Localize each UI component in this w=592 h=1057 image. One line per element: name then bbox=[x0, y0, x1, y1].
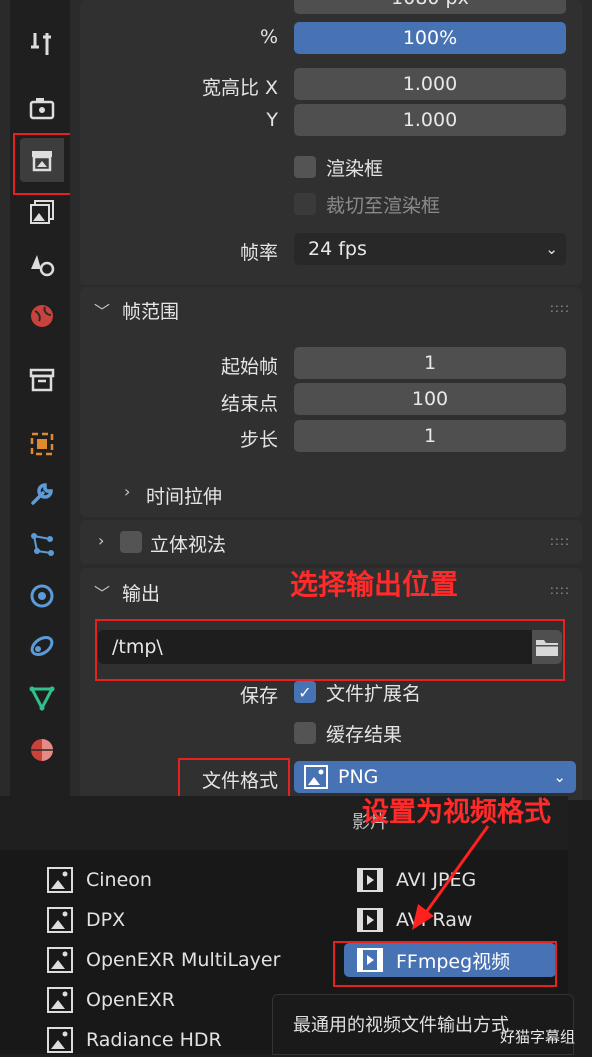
frame-end-field[interactable]: 100 bbox=[294, 383, 566, 415]
image-icon bbox=[47, 867, 73, 893]
menu-item-dpx[interactable]: DPX bbox=[46, 903, 306, 937]
chevron-down-icon[interactable]: ﹀ bbox=[94, 298, 110, 322]
tab-physics[interactable] bbox=[20, 574, 64, 618]
chevron-down-icon: ⌄ bbox=[553, 768, 566, 786]
frame-rate-dropdown[interactable]: 24 fps ⌄ bbox=[294, 233, 566, 265]
save-label: 保存 bbox=[239, 685, 278, 707]
menu-item-label: Cineon bbox=[86, 869, 152, 891]
tab-modifiers[interactable] bbox=[20, 472, 64, 516]
chevron-right-icon[interactable]: › bbox=[124, 482, 130, 501]
tab-constraints[interactable] bbox=[20, 624, 64, 668]
collection-box-icon bbox=[29, 368, 55, 392]
chevron-down-icon[interactable]: ﹀ bbox=[94, 580, 110, 604]
tab-tool[interactable] bbox=[20, 22, 64, 66]
aspect-x-label: 宽高比 X bbox=[201, 77, 278, 99]
mesh-triangle-icon bbox=[29, 686, 55, 712]
physics-orbit-icon bbox=[30, 584, 54, 608]
cache-result-checkbox[interactable] bbox=[294, 722, 316, 744]
drag-handle-icon[interactable]: :::: bbox=[550, 534, 570, 548]
tab-scene[interactable] bbox=[20, 242, 64, 286]
tab-data[interactable] bbox=[20, 676, 64, 720]
annotation-box-output-path bbox=[95, 619, 565, 681]
strip-edge bbox=[0, 0, 10, 800]
object-square-icon bbox=[30, 432, 54, 456]
drag-handle-icon[interactable]: :::: bbox=[550, 301, 570, 315]
stereoscopy-title[interactable]: 立体视法 bbox=[150, 530, 226, 557]
file-format-dropdown[interactable]: PNG ⌄ bbox=[294, 761, 576, 793]
render-region-checkbox[interactable] bbox=[294, 156, 316, 178]
particles-icon bbox=[31, 533, 54, 556]
menu-item-openexr-multilayer[interactable]: OpenEXR MultiLayer bbox=[46, 943, 306, 977]
frame-step-field[interactable]: 1 bbox=[294, 420, 566, 452]
tab-collection[interactable] bbox=[20, 358, 64, 402]
menu-item-radiance-hdr[interactable]: Radiance HDR bbox=[46, 1023, 306, 1057]
crop-region-label: 裁切至渲染框 bbox=[326, 195, 441, 217]
frame-step-label: 步长 bbox=[239, 429, 278, 451]
image-icon bbox=[304, 765, 328, 789]
tab-particles[interactable] bbox=[20, 522, 64, 566]
file-format-value: PNG bbox=[338, 766, 379, 788]
image-icon bbox=[47, 947, 73, 973]
aspect-y-label: Y bbox=[266, 109, 278, 131]
film-icon bbox=[357, 868, 383, 892]
drag-handle-icon[interactable]: :::: bbox=[550, 583, 570, 597]
watermark: 好猫字幕组 bbox=[500, 1028, 576, 1046]
file-extension-label: 文件扩展名 bbox=[326, 683, 422, 705]
menu-item-openexr[interactable]: OpenEXR bbox=[46, 983, 306, 1017]
frame-rate-value: 24 fps bbox=[308, 238, 367, 260]
annotation-choose-location: 选择输出位置 bbox=[290, 568, 459, 601]
resolution-y-field-partial[interactable]: 1080 px bbox=[294, 0, 566, 14]
menu-item-label: OpenEXR bbox=[86, 989, 175, 1011]
annotation-box-ffmpeg bbox=[333, 941, 557, 987]
menu-item-cineon[interactable]: Cineon bbox=[46, 863, 306, 897]
frame-end-label: 结束点 bbox=[220, 393, 278, 415]
scene-icon bbox=[31, 255, 55, 277]
stereoscopy-panel: › 立体视法 :::: bbox=[80, 520, 582, 564]
tab-world[interactable] bbox=[20, 294, 64, 338]
aspect-x-field[interactable]: 1.000 bbox=[294, 68, 566, 100]
annotation-box-file-format bbox=[178, 758, 290, 798]
tab-render[interactable] bbox=[20, 86, 64, 130]
image-icon bbox=[47, 987, 73, 1013]
crop-region-checkbox[interactable] bbox=[294, 193, 316, 215]
menu-item-label: OpenEXR MultiLayer bbox=[86, 949, 281, 971]
frame-start-label: 起始帧 bbox=[220, 356, 278, 378]
chevron-right-icon[interactable]: › bbox=[98, 531, 104, 550]
tool-icon bbox=[31, 33, 51, 55]
chevron-down-icon: ⌄ bbox=[545, 240, 558, 258]
resolution-percent-label: % bbox=[259, 26, 278, 48]
annotation-arrow-icon bbox=[412, 825, 490, 930]
output-title[interactable]: 输出 bbox=[122, 579, 160, 606]
tooltip-text: 最通用的视频文件输出方式 bbox=[293, 1015, 509, 1036]
film-icon bbox=[357, 908, 383, 932]
image-stack-icon bbox=[30, 200, 54, 224]
stereoscopy-checkbox[interactable] bbox=[120, 531, 142, 553]
constraint-icon bbox=[30, 635, 54, 657]
resolution-percent-field[interactable]: 100% bbox=[294, 22, 566, 54]
checkmark-icon: ✓ bbox=[298, 682, 312, 702]
frame-rate-label: 帧率 bbox=[239, 242, 278, 264]
menu-item-label: DPX bbox=[86, 909, 126, 931]
file-extension-checkbox[interactable]: ✓ bbox=[294, 681, 316, 703]
tab-material[interactable] bbox=[20, 728, 64, 772]
material-sphere-icon bbox=[31, 739, 53, 761]
image-icon bbox=[47, 1027, 73, 1053]
frame-range-panel: ﹀ 帧范围 :::: 起始帧 1 结束点 100 步长 1 › 时间拉伸 bbox=[80, 287, 582, 517]
aspect-y-field[interactable]: 1.000 bbox=[294, 104, 566, 136]
frame-range-title[interactable]: 帧范围 bbox=[122, 297, 179, 324]
tab-view-layer[interactable] bbox=[20, 190, 64, 234]
properties-tab-strip bbox=[0, 0, 76, 800]
render-camera-icon bbox=[29, 98, 55, 120]
annotation-box-output-tab bbox=[13, 133, 76, 195]
menu-item-label: Radiance HDR bbox=[86, 1029, 222, 1051]
wrench-icon bbox=[31, 483, 53, 505]
frame-start-field[interactable]: 1 bbox=[294, 347, 566, 379]
cache-result-label: 缓存结果 bbox=[326, 724, 403, 746]
render-region-label: 渲染框 bbox=[326, 158, 384, 180]
tab-object[interactable] bbox=[20, 422, 64, 466]
time-stretch-subpanel[interactable]: 时间拉伸 bbox=[146, 482, 222, 509]
format-panel: 1080 px % 100% 宽高比 X 1.000 Y 1.000 渲染框 裁… bbox=[80, 0, 582, 285]
image-icon bbox=[47, 907, 73, 933]
world-globe-icon bbox=[31, 305, 53, 327]
